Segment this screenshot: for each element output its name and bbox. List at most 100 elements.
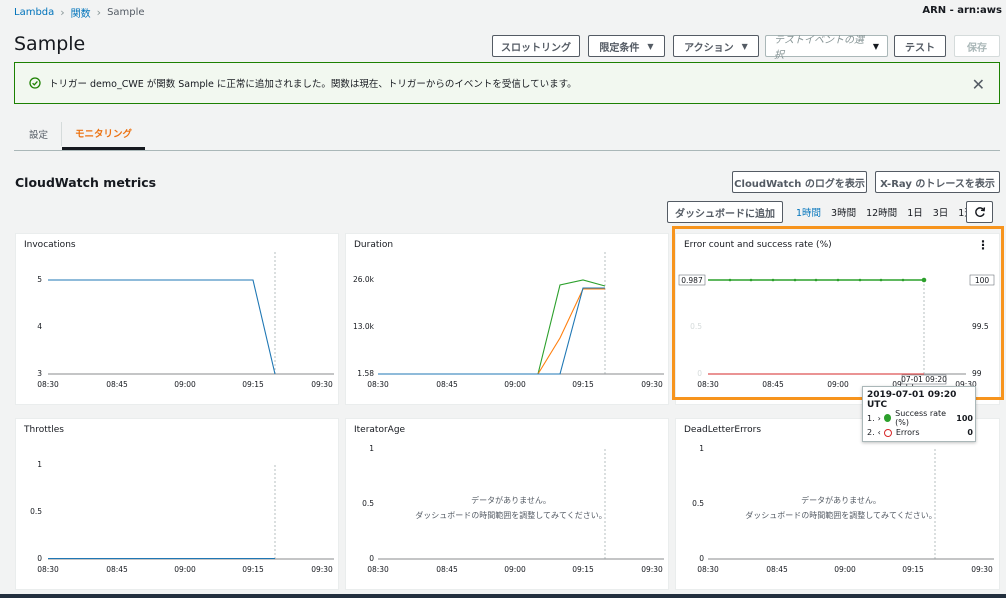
x-tick: 08:30	[697, 565, 719, 574]
hover-point	[921, 277, 927, 283]
x-tick: 08:45	[766, 565, 788, 574]
x-tick: 09:30	[641, 380, 663, 389]
time-range-selector: 1時間 3時間 12時間 1日 3日 1週	[796, 205, 974, 219]
actions-button[interactable]: アクション ▼	[673, 35, 759, 57]
duration-min-series	[378, 287, 605, 375]
range-3d[interactable]: 3日	[933, 205, 949, 219]
x-tick: 09:00	[174, 380, 196, 389]
x-tick: 09:30	[971, 565, 993, 574]
refresh-icon	[974, 207, 985, 217]
caret-down-icon: ▼	[647, 41, 654, 51]
y-left-tick: 0.5	[690, 322, 702, 331]
y-tick: 0	[369, 554, 374, 563]
series-dot-icon	[883, 414, 892, 422]
x-tick: 08:30	[697, 380, 719, 389]
breadcrumb-functions[interactable]: 関数	[71, 5, 91, 20]
x-tick: 08:30	[367, 565, 389, 574]
flash-message: トリガー demo_CWE が関数 Sample に正常に追加されました。関数は…	[49, 79, 577, 90]
x-tick: 08:45	[436, 565, 458, 574]
y-tick: 1	[699, 444, 704, 453]
y-tick: 0.5	[30, 507, 42, 516]
y-tick: 1	[369, 444, 374, 453]
x-tick: 09:00	[834, 565, 856, 574]
arn-label: ARN - arn:aws	[922, 5, 1002, 16]
test-button[interactable]: テスト	[894, 35, 946, 57]
panel-iterator-age: IteratorAge 1 0.5 0 08:30 08:45 09:00 09…	[345, 418, 669, 590]
y-tick: 5	[37, 275, 42, 284]
refresh-button[interactable]	[966, 201, 993, 223]
y-tick: 26.0k	[353, 275, 375, 284]
y-right-tick: 100	[975, 276, 990, 285]
breadcrumb: Lambda › 関数 › Sample	[14, 5, 145, 20]
panel-throttles: Throttles 1 0.5 0 08:30 08:45 09:00 09:1…	[15, 418, 339, 590]
caret-down-icon: ▼	[741, 41, 748, 51]
page-title: Sample	[14, 33, 86, 55]
errors-chart: 0.987 0.5 0 100 99.5 99 08:30 08:45 09:0…	[678, 274, 995, 389]
bottom-bar	[0, 594, 1006, 598]
x-tick: 08:45	[106, 380, 128, 389]
chevron-left-icon: ‹	[877, 428, 881, 437]
check-circle-icon	[29, 77, 41, 89]
x-tick: 09:15	[242, 565, 264, 574]
duration-max-series	[378, 279, 606, 375]
success-flash: トリガー demo_CWE が関数 Sample に正常に追加されました。関数は…	[14, 62, 1000, 104]
y-tick: 13.0k	[353, 322, 375, 331]
x-tick: 08:45	[106, 565, 128, 574]
y-tick: 1.58	[357, 369, 374, 378]
x-tick: 08:30	[367, 380, 389, 389]
chart-tooltip: 2019-07-01 09:20 UTC 1. › Success rate (…	[862, 386, 976, 442]
breadcrumb-current: Sample	[107, 7, 145, 18]
y-tick: 0	[699, 554, 704, 563]
throttles-chart: 1 0.5 0 08:30 08:45 09:00 09:15 09:30	[30, 460, 334, 574]
view-logs-button[interactable]: CloudWatch のログを表示	[732, 171, 867, 193]
caret-down-icon: ▼	[872, 41, 879, 51]
x-tick: 09:30	[311, 380, 333, 389]
no-data-message: データがありません。 ダッシュボードの時間範囲を調整してみてください。	[745, 496, 937, 520]
x-tick: 08:30	[37, 565, 59, 574]
y-left-tick: 0	[697, 369, 702, 378]
view-xray-button[interactable]: X-Ray のトレースを表示	[875, 171, 1000, 193]
panel-errors: Error count and success rate (%) ⋮ 0.987…	[675, 233, 1000, 405]
breadcrumb-lambda[interactable]: Lambda	[14, 7, 54, 18]
y-right-tick: 99	[972, 369, 982, 378]
panel-dead-letter-errors: DeadLetterErrors 1 0.5 0 08:30 08:45 09:…	[675, 418, 1000, 590]
tooltip-row: 1. › Success rate (%) 100	[867, 409, 973, 427]
x-tick: 09:15	[242, 380, 264, 389]
save-button[interactable]: 保存	[954, 35, 1000, 57]
add-dashboard-button[interactable]: ダッシュボードに追加	[667, 201, 783, 223]
tab-settings[interactable]: 設定	[29, 118, 48, 150]
close-icon[interactable]: ✕	[972, 75, 985, 94]
range-1h[interactable]: 1時間	[796, 205, 821, 219]
hover-time-label: 07-01 09:20	[901, 375, 947, 384]
x-tick: 08:45	[762, 380, 784, 389]
tab-monitoring[interactable]: モニタリング	[62, 118, 146, 150]
panel-invocations: Invocations 5 4 3 08:30 08:45 09:00 09:1…	[15, 233, 339, 405]
chevron-right-icon: ›	[877, 413, 881, 423]
range-3h[interactable]: 3時間	[831, 205, 856, 219]
x-tick: 08:30	[37, 380, 59, 389]
no-data-message: データがありません。 ダッシュボードの時間範囲を調整してみてください。	[415, 496, 607, 520]
chevron-right-icon: ›	[60, 6, 65, 19]
x-tick: 09:30	[311, 565, 333, 574]
chevron-right-icon: ›	[96, 6, 102, 19]
invocations-series	[48, 279, 276, 375]
tooltip-time: 2019-07-01 09:20 UTC	[867, 390, 957, 410]
x-tick: 09:30	[641, 565, 663, 574]
y-tick: 1	[37, 460, 42, 469]
y-left-tick: 0.987	[681, 276, 703, 285]
series-ring-icon	[883, 428, 892, 437]
x-tick: 09:15	[572, 565, 594, 574]
tab-bar: 設定 モニタリング	[14, 118, 1000, 151]
x-tick: 09:15	[902, 565, 924, 574]
range-1d[interactable]: 1日	[907, 205, 923, 219]
range-12h[interactable]: 12時間	[866, 205, 897, 219]
metrics-title: CloudWatch metrics	[15, 175, 157, 190]
x-tick: 09:00	[827, 380, 849, 389]
throttle-button[interactable]: スロットリング	[492, 35, 580, 57]
qualifiers-button[interactable]: 限定条件 ▼	[588, 35, 665, 57]
test-event-select[interactable]: テストイベントの選択 ▼	[765, 35, 888, 61]
duration-chart: 26.0k 13.0k 1.58 08:30 08:45 09:00 09:15…	[353, 252, 664, 389]
invocations-chart: 5 4 3 08:30 08:45 09:00 09:15 09:30	[37, 252, 334, 389]
tooltip-row: 2. ‹ Errors 0	[867, 428, 973, 437]
panel-duration: Duration 26.0k 13.0k 1.58 08:30 08:45 09…	[345, 233, 669, 405]
